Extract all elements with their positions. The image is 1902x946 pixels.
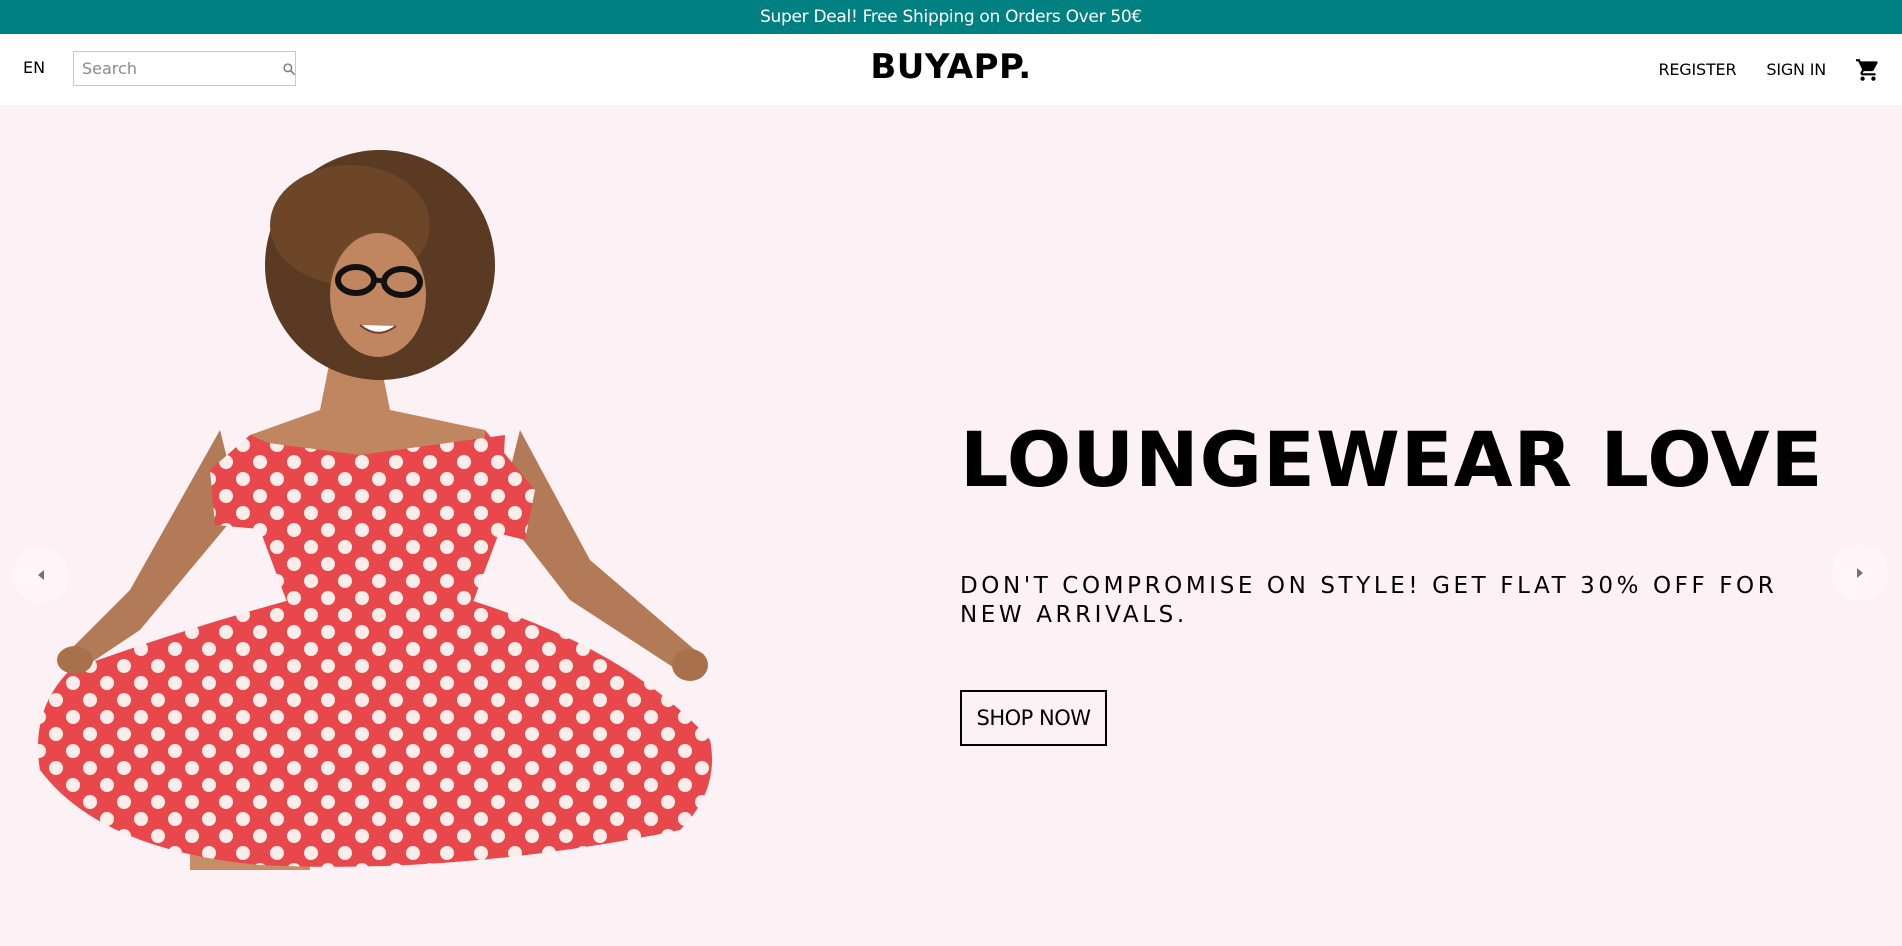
language-selector[interactable]: EN	[23, 58, 45, 77]
signin-link[interactable]: SIGN IN	[1766, 60, 1826, 79]
nav-right: REGISTER SIGN IN	[1628, 34, 1882, 105]
search-box[interactable]	[73, 51, 296, 86]
shop-now-button[interactable]: SHOP NOW	[960, 690, 1107, 746]
slider-next-button[interactable]	[1832, 545, 1888, 601]
register-link[interactable]: REGISTER	[1658, 60, 1736, 79]
search-input[interactable]	[82, 59, 282, 78]
slide-description: DON'T COMPROMISE ON STYLE! GET FLAT 30% …	[960, 573, 1778, 628]
brand-logo[interactable]: BUYAPP.	[870, 47, 1031, 87]
hero-slider: LOUNGEWEAR LOVE DON'T COMPROMISE ON STYL…	[0, 105, 1902, 946]
announcement-text: Super Deal! Free Shipping on Orders Over…	[760, 7, 1142, 27]
navbar: EN BUYAPP. REGISTER SIGN IN	[0, 34, 1902, 105]
arrow-right-icon	[1857, 568, 1863, 578]
slide-title: LOUNGEWEAR LOVE	[960, 415, 1824, 504]
hero-image	[38, 150, 712, 870]
cart-icon[interactable]	[1854, 56, 1882, 84]
search-icon[interactable]	[282, 61, 296, 77]
announcement-bar: Super Deal! Free Shipping on Orders Over…	[0, 0, 1902, 34]
